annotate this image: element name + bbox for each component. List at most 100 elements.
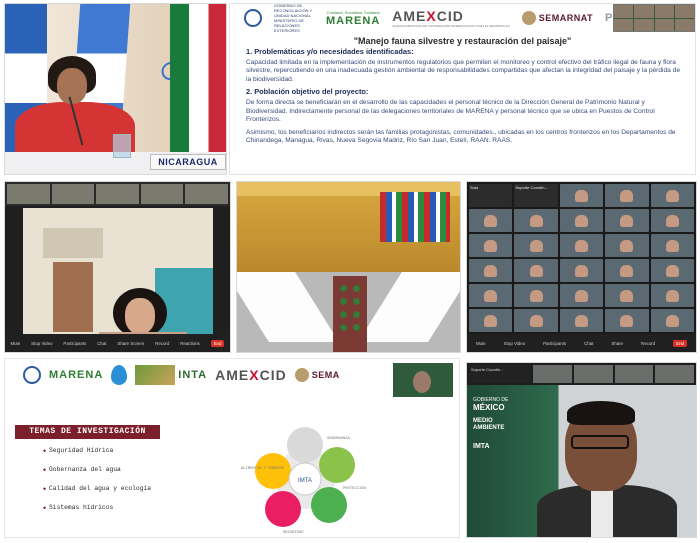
topic-item: Gobernanza del agua (43, 466, 151, 473)
thumbnail[interactable] (533, 365, 572, 383)
thumbnail[interactable] (96, 184, 139, 204)
topics-header: TEMAS DE INVESTIGACIÓN (15, 425, 160, 439)
participant-tile[interactable] (559, 309, 604, 332)
record-button[interactable]: Record (641, 341, 655, 346)
participant-tile[interactable] (605, 184, 649, 207)
share-screen-button[interactable]: Share Screen (117, 341, 144, 346)
participant-tile[interactable] (469, 259, 513, 282)
partner-logos: MARENA INTA AMEXCID SEMA (23, 365, 340, 385)
video-inset (613, 4, 695, 32)
reactions-button[interactable]: Reactions (180, 341, 200, 346)
semarnat-logo: SEMARNAT (521, 11, 593, 25)
speaker-video-inset (393, 363, 453, 397)
share-button[interactable]: Share (611, 341, 623, 346)
participant-tile[interactable] (469, 209, 513, 232)
amexcid-x: X (426, 8, 437, 24)
cycle-node-left (255, 453, 291, 489)
record-button[interactable]: Record (155, 341, 169, 346)
marena-name: MARENA (326, 14, 381, 27)
stop-video-button[interactable]: Stop Video (31, 341, 52, 346)
end-meeting-button[interactable]: End (210, 339, 225, 347)
participant-tile[interactable] (514, 209, 558, 232)
marena-name: MARENA (49, 369, 104, 381)
thumbnail-label[interactable]: Soporte Coordin... (469, 365, 532, 383)
amexcid-x: X (249, 367, 260, 383)
participant-tile[interactable] (469, 234, 513, 257)
conference-hall-photo (236, 181, 461, 353)
participant-tile[interactable] (650, 234, 694, 257)
participant-tile[interactable] (514, 259, 558, 282)
participant-tile[interactable] (650, 184, 694, 207)
thumbnail[interactable] (655, 365, 695, 383)
participant-tile[interactable] (514, 309, 558, 332)
water-glass (113, 134, 131, 158)
government-seal-icon (244, 9, 262, 27)
thumbnail[interactable] (573, 365, 613, 383)
hall-flags (380, 192, 450, 242)
gallery-view-panel: Sust Soporte Coordin... Mute Stop Video (466, 181, 697, 353)
participant-tile[interactable] (605, 234, 649, 257)
participant-tile[interactable] (514, 284, 558, 307)
room-door (53, 262, 93, 332)
participant-tile[interactable] (559, 209, 604, 232)
participant-tile[interactable] (605, 209, 649, 232)
participant-tile[interactable] (514, 234, 558, 257)
research-topics-slide: MARENA INTA AMEXCID SEMA TEMAS DE INVEST… (4, 358, 460, 538)
topic-item: Calidad del agua y ecología (43, 485, 151, 492)
imta-logo: IMTA (473, 443, 490, 450)
mute-button[interactable]: Mute (10, 341, 20, 346)
meeting-controls: Mute Stop Video Participants Chat Share … (467, 334, 696, 352)
participant-tile[interactable] (469, 284, 513, 307)
thumbnail[interactable] (51, 184, 95, 204)
amexcid-b: CID (436, 8, 464, 24)
participant-tile[interactable] (469, 309, 513, 332)
cycle-label: PROTECCIÓN (343, 486, 366, 491)
ministry-logo-text: GOBIERNO DE RECONCILIACIÓN Y UNIDAD NACI… (274, 4, 314, 33)
participant-tile[interactable] (559, 284, 604, 307)
chat-button[interactable]: Chat (97, 341, 106, 346)
participant-tile[interactable] (559, 234, 604, 257)
cycle-node-top (287, 427, 323, 463)
speaker-closeup-panel: Soporte Coordin... GOBIERNO DE MÉXICO ME… (466, 362, 697, 538)
topics-list: Seguridad Hídrica Gobernanza del agua Ca… (43, 447, 151, 523)
glasses-icon (571, 435, 629, 449)
country-text: MÉXICO (473, 403, 505, 412)
mute-button[interactable]: Mute (476, 341, 486, 346)
country-name-plate: NICARAGUA (150, 154, 226, 170)
amexcid-logo: AMEXCID (215, 367, 287, 383)
amexcid-b: CID (259, 367, 287, 383)
participant-tile[interactable] (650, 259, 694, 282)
meeting-controls: Mute Stop Video Participants Chat Share … (5, 334, 230, 352)
thumbnail[interactable] (185, 184, 228, 204)
participant-face (125, 298, 155, 334)
thumbnail[interactable] (140, 184, 184, 204)
stop-video-button[interactable]: Stop Video (504, 341, 525, 346)
participant-tile[interactable] (559, 259, 604, 282)
end-meeting-button[interactable]: End (673, 339, 687, 347)
participant-tile[interactable] (650, 284, 694, 307)
participants-button[interactable]: Participants (543, 341, 566, 346)
speaker-face (57, 68, 87, 104)
topic-item: Seguridad Hídrica (43, 447, 151, 454)
participant-tile[interactable] (650, 209, 694, 232)
slide-body: 1. Problemáticas y/o necesidades identif… (246, 47, 685, 150)
participants-button[interactable]: Participants (63, 341, 86, 346)
participant-tile[interactable]: Sust (469, 184, 513, 207)
chat-button[interactable]: Chat (584, 341, 593, 346)
participant-tile[interactable] (559, 184, 604, 207)
cycle-label: ALIMENTOS Y ENERGÍA (241, 466, 285, 471)
participant-tile[interactable] (605, 259, 649, 282)
participant-tile[interactable] (650, 309, 694, 332)
speaker-hair (567, 401, 635, 425)
participant-tile[interactable]: Soporte Coordin... (514, 184, 558, 207)
section1-heading: 1. Problemáticas y/o necesidades identif… (246, 47, 414, 56)
participant-tile[interactable] (605, 309, 649, 332)
participant-tile[interactable] (605, 284, 649, 307)
water-drop-icon (111, 365, 128, 385)
slide-title: "Manejo fauna silvestre y restauración d… (353, 36, 572, 46)
cycle-label: GOBERNANZA (327, 437, 351, 441)
thumbnail[interactable] (7, 184, 50, 204)
thumbnail[interactable] (614, 365, 654, 383)
amexcid-a: AME (392, 8, 427, 24)
participant-thumbnails: Soporte Coordin... (467, 363, 696, 385)
